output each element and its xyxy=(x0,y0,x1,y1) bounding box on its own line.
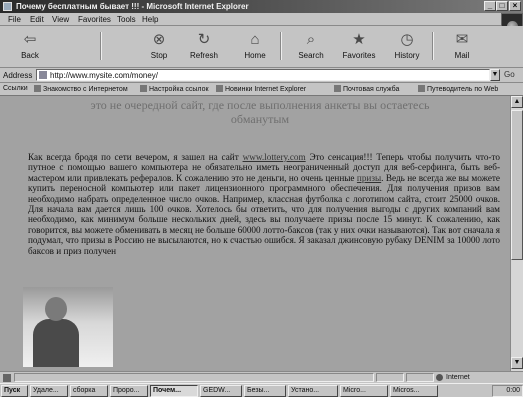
address-input[interactable]: http://www.mysite.com/money/ xyxy=(36,69,490,81)
mail-label: Mail xyxy=(454,51,470,60)
link-item[interactable]: Новинки Internet Explorer xyxy=(216,85,306,94)
history-label: History xyxy=(394,51,420,60)
system-tray: 0:00 xyxy=(492,385,523,397)
taskbar-item-active[interactable]: Почем... xyxy=(150,385,198,397)
internet-zone-icon xyxy=(436,374,443,381)
menu-bar: File Edit View Favorites Tools Help xyxy=(0,13,523,26)
minimize-button[interactable]: _ xyxy=(484,1,496,11)
ie-page-icon xyxy=(34,85,41,92)
link-label: Почтовая служба xyxy=(343,86,400,93)
title-bar: Почему бесплатным бывает !!! - Microsoft… xyxy=(0,0,523,13)
page-content: это не очередной сайт, где после выполне… xyxy=(0,96,510,371)
page-status-icon xyxy=(3,374,11,382)
menu-view[interactable]: View xyxy=(52,15,69,24)
search-button[interactable]: ⌕ Search xyxy=(289,28,333,64)
paragraph-text-end: . Ведь не всегда же вы можете купить пер… xyxy=(28,172,500,256)
taskbar-item[interactable]: сборка xyxy=(70,385,108,397)
link-label: Настройка ссылок xyxy=(149,86,209,93)
taskbar-item[interactable]: Безы... xyxy=(244,385,286,397)
status-pane xyxy=(406,373,434,382)
taskbar-item[interactable]: GEDW... xyxy=(200,385,242,397)
taskbar-item[interactable]: Micros... xyxy=(390,385,438,397)
search-label: Search xyxy=(298,51,324,60)
taskbar-item[interactable]: Проро... xyxy=(110,385,148,397)
home-icon: ⌂ xyxy=(250,31,260,48)
menu-edit[interactable]: Edit xyxy=(30,15,44,24)
article-paragraph: Как всегда бродя по сети вечером, я заше… xyxy=(28,152,500,256)
status-pane xyxy=(376,373,404,382)
favorites-icon: ★ xyxy=(352,31,366,48)
taskbar-item[interactable]: Удале... xyxy=(30,385,68,397)
stop-button[interactable]: ⊗ Stop xyxy=(137,28,181,64)
home-label: Home xyxy=(244,51,266,60)
security-zone: Internet xyxy=(446,374,470,381)
refresh-button[interactable]: ↻ Refresh xyxy=(182,28,226,64)
status-text xyxy=(14,373,374,382)
menu-file[interactable]: File xyxy=(8,15,21,24)
close-button[interactable]: × xyxy=(509,1,521,11)
menu-tools[interactable]: Tools xyxy=(117,15,136,24)
paragraph-text-start: Как всегда бродя по сети вечером, я заше… xyxy=(28,152,243,162)
ie-page-icon xyxy=(418,85,425,92)
address-label: Address xyxy=(3,71,33,80)
taskbar-item[interactable]: Micro... xyxy=(340,385,388,397)
page-heading: это не очередной сайт, где после выполне… xyxy=(90,98,430,126)
address-url[interactable]: http://www.mysite.com/money/ xyxy=(50,71,158,80)
maximize-button[interactable]: □ xyxy=(496,1,508,11)
clock: 0:00 xyxy=(506,387,520,394)
history-button[interactable]: ◷ History xyxy=(385,28,429,64)
scroll-down-button[interactable]: ▼ xyxy=(511,357,523,369)
favorites-label: Favorites xyxy=(342,51,376,60)
refresh-label: Refresh xyxy=(189,51,218,60)
taskbar-item[interactable]: Устано... xyxy=(288,385,338,397)
taskbar: Пуск Удале... сборка Проро... Почем... G… xyxy=(0,383,523,397)
link-label: Путеводитель по Web xyxy=(427,86,499,93)
link-item[interactable]: Путеводитель по Web xyxy=(418,85,498,94)
history-icon: ◷ xyxy=(400,31,414,48)
window-title: Почему бесплатным бывает !!! - Microsoft… xyxy=(16,2,249,11)
mail-icon: ✉ xyxy=(455,31,469,48)
link-label: Новинки Internet Explorer xyxy=(225,86,307,93)
refresh-icon: ↻ xyxy=(197,31,211,48)
menu-favorites[interactable]: Favorites xyxy=(78,15,111,24)
start-button[interactable]: Пуск xyxy=(1,385,28,397)
link-item[interactable]: Почтовая служба xyxy=(334,85,399,94)
back-button[interactable]: ⇦ Back xyxy=(8,28,52,64)
toolbar-separator xyxy=(100,32,102,60)
scroll-thumb[interactable] xyxy=(511,110,523,260)
toolbar-separator xyxy=(280,32,282,60)
ie-page-icon xyxy=(216,85,223,92)
standard-toolbar: ⇦ Back ⊗ Stop ↻ Refresh ⌂ Home ⌕ Search … xyxy=(0,26,523,68)
mail-button[interactable]: ✉ Mail xyxy=(440,28,484,64)
link-label: Знакомство с Интернетом xyxy=(43,86,128,93)
favorites-button[interactable]: ★ Favorites xyxy=(337,28,381,64)
vertical-scrollbar[interactable]: ▲ ▼ xyxy=(510,96,523,371)
stop-label: Stop xyxy=(150,51,168,60)
search-icon: ⌕ xyxy=(306,31,316,48)
scroll-up-button[interactable]: ▲ xyxy=(511,96,523,108)
menu-help[interactable]: Help xyxy=(142,15,158,24)
home-button[interactable]: ⌂ Home xyxy=(233,28,277,64)
photo-person-head xyxy=(45,297,67,321)
prizes-link[interactable]: призы xyxy=(357,173,381,183)
link-item[interactable]: Настройка ссылок xyxy=(140,85,209,94)
ie-logo-icon xyxy=(3,2,12,11)
person-photo xyxy=(23,287,113,367)
page-icon xyxy=(39,71,47,79)
address-dropdown-button[interactable]: ▼ xyxy=(490,69,500,81)
status-bar: Internet xyxy=(0,371,523,383)
toolbar-separator xyxy=(432,32,434,60)
address-bar: Address http://www.mysite.com/money/ ▼ G… xyxy=(0,68,523,83)
ie-page-icon xyxy=(334,85,341,92)
back-label: Back xyxy=(21,51,39,60)
ie-page-icon xyxy=(140,85,147,92)
link-item[interactable]: Знакомство с Интернетом xyxy=(34,85,128,94)
back-arrow-icon: ⇦ xyxy=(23,31,37,48)
go-button[interactable]: Go xyxy=(504,70,515,79)
lottery-site-link[interactable]: www.lottery.com xyxy=(243,152,306,162)
stop-icon: ⊗ xyxy=(152,31,166,48)
links-bar: Ссылки Знакомство с Интернетом Настройка… xyxy=(0,83,523,96)
photo-person-body xyxy=(33,319,79,367)
links-label: Ссылки xyxy=(3,85,28,92)
